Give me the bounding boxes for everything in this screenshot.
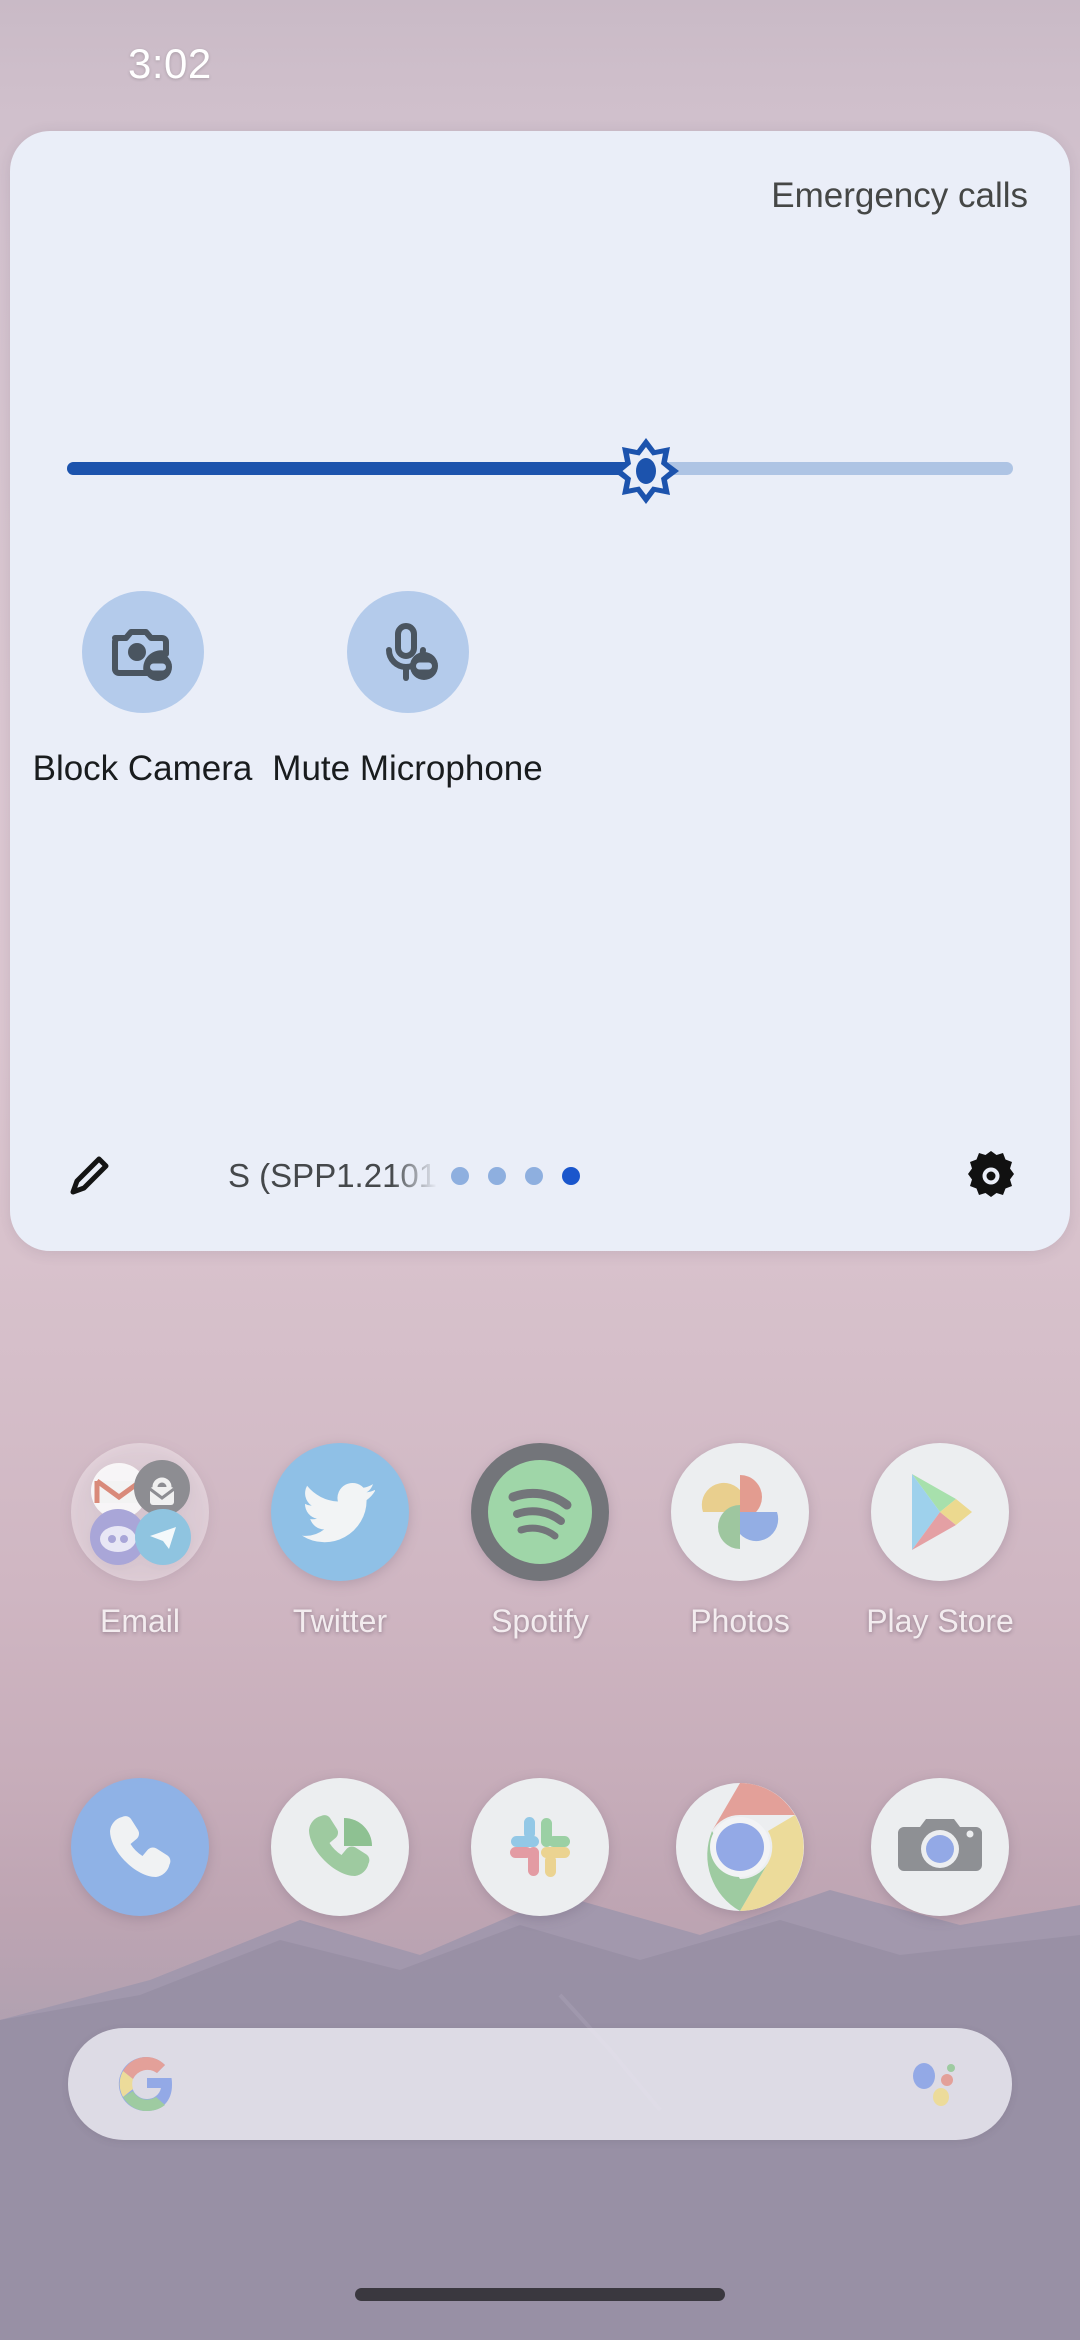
build-info: S (SPP1.2101 — [228, 1157, 581, 1195]
google-search-bar[interactable] — [68, 2028, 1012, 2140]
phone-dialer-icon[interactable] — [71, 1778, 209, 1916]
brightness-slider-fill — [67, 462, 635, 475]
settings-button[interactable] — [960, 1145, 1022, 1207]
search-input[interactable] — [178, 2028, 908, 2140]
dock-app-camera[interactable] — [855, 1778, 1025, 1938]
app-play-store[interactable]: Play Store — [855, 1443, 1025, 1640]
app-photos-label: Photos — [690, 1603, 790, 1639]
dock-app-slack[interactable] — [455, 1778, 625, 1938]
play-store-triangle-icon — [912, 1474, 972, 1550]
google-g-icon — [118, 2056, 172, 2112]
home-dock — [0, 1778, 1080, 1938]
spotify-icon[interactable] — [471, 1443, 609, 1581]
build-version-text: S (SPP1.2101 — [228, 1157, 438, 1194]
chrome-icon[interactable] — [671, 1778, 809, 1916]
home-app-row: Email Twitter Spotify Photos Play Store — [0, 1443, 1080, 1640]
microphone-mute-icon — [385, 623, 438, 681]
brightness-slider-track[interactable] — [67, 462, 1013, 475]
phone-screen: 3:02 Emergency calls Block Camera Mute M… — [0, 0, 1080, 2340]
dock-app-chrome[interactable] — [655, 1778, 825, 1938]
app-twitter[interactable]: Twitter — [255, 1443, 425, 1640]
app-email-label: Email — [99, 1603, 180, 1639]
email-folder-contents-icon — [90, 1460, 191, 1565]
brightness-sun-icon[interactable] — [611, 436, 681, 506]
status-bar: 3:02 — [0, 0, 1080, 128]
page-dot-4[interactable] — [562, 1167, 581, 1185]
quick-settings-panel: Emergency calls Block Camera Mute Microp… — [10, 131, 1070, 1251]
play-store-icon[interactable] — [871, 1443, 1009, 1581]
google-voice-icon[interactable] — [271, 1778, 409, 1916]
app-play-store-label: Play Store — [866, 1603, 1014, 1639]
slack-icon[interactable] — [471, 1778, 609, 1916]
google-assistant-icon[interactable] — [908, 2056, 964, 2112]
quick-settings-header: Emergency calls — [10, 131, 1070, 261]
app-spotify-label: Spotify — [491, 1603, 589, 1639]
camera-icon[interactable] — [871, 1778, 1009, 1916]
page-dot-2[interactable] — [488, 1167, 507, 1185]
quick-settings-tiles: Block Camera Mute Microphone — [10, 591, 1070, 789]
dock-app-phone[interactable] — [55, 1778, 225, 1938]
pencil-edit-icon — [70, 1156, 109, 1195]
dock-app-google-voice[interactable] — [255, 1778, 425, 1938]
gesture-nav-handle[interactable] — [355, 2287, 725, 2301]
page-dot-1[interactable] — [451, 1167, 470, 1185]
gear-settings-icon — [968, 1151, 1014, 1197]
tile-block-camera-label: Block Camera — [32, 749, 253, 788]
tile-block-camera-icon-bg[interactable] — [81, 591, 204, 713]
tile-mute-microphone-icon-bg[interactable] — [346, 591, 469, 713]
google-photos-icon[interactable] — [671, 1443, 809, 1581]
app-email[interactable]: Email — [55, 1443, 225, 1640]
navigation-bar — [0, 2248, 1080, 2340]
slack-logo-icon — [510, 1817, 570, 1877]
emergency-calls-button[interactable]: Emergency calls — [771, 176, 1028, 216]
email-folder-icon[interactable] — [71, 1443, 209, 1581]
page-dot-3[interactable] — [525, 1167, 544, 1185]
tile-mute-microphone-label: Mute Microphone — [272, 749, 543, 788]
twitter-icon[interactable] — [271, 1443, 409, 1581]
tile-block-camera[interactable]: Block Camera — [10, 591, 275, 789]
brightness-slider[interactable] — [10, 431, 1070, 511]
status-bar-clock: 3:02 — [128, 40, 212, 87]
chrome-logo-icon — [676, 1783, 804, 1911]
app-photos[interactable]: Photos — [655, 1443, 825, 1640]
voice-handset-icon — [309, 1815, 372, 1876]
app-spotify[interactable]: Spotify — [455, 1443, 625, 1640]
camera-body-icon — [898, 1819, 982, 1871]
camera-block-icon — [111, 629, 172, 681]
quick-settings-footer: S (SPP1.2101 — [10, 1101, 1070, 1251]
photos-pinwheel-icon — [701, 1475, 779, 1549]
page-indicator-dots — [451, 1167, 581, 1185]
edit-tiles-button[interactable] — [60, 1147, 118, 1205]
twitter-bird-icon — [302, 1482, 375, 1543]
tile-mute-microphone[interactable]: Mute Microphone — [272, 591, 543, 789]
spotify-logo-icon — [488, 1460, 592, 1564]
app-twitter-label: Twitter — [292, 1603, 388, 1639]
phone-handset-icon — [110, 1816, 171, 1877]
